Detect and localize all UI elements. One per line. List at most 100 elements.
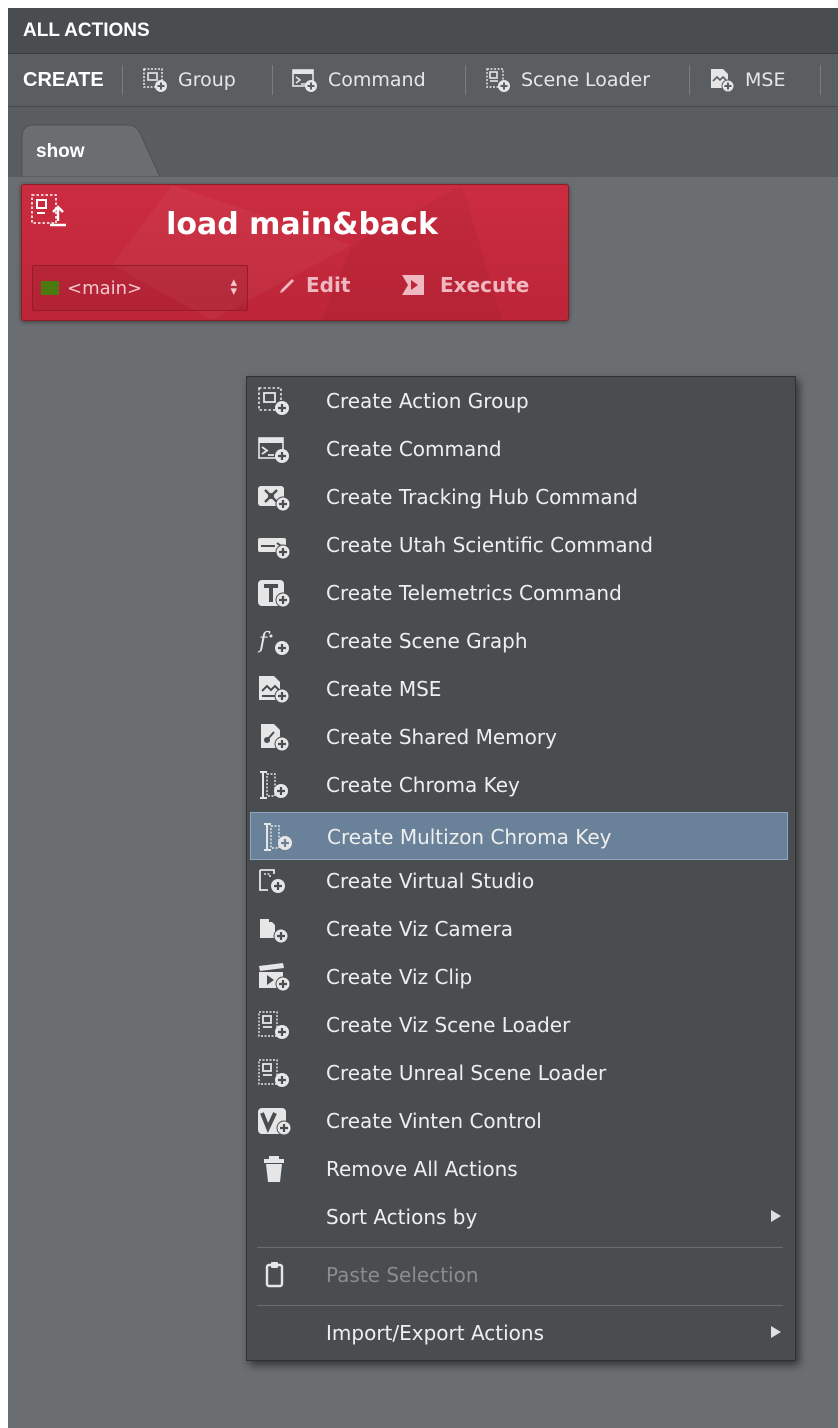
mse-add-icon: [259, 676, 290, 704]
menu-item-import-export-actions[interactable]: Import/Export Actions: [247, 1309, 795, 1357]
menu-item-label: Create Unreal Scene Loader: [326, 1061, 607, 1085]
viz-scene-loader-add-icon: [258, 1011, 289, 1039]
menu-item-label: Create Viz Clip: [326, 965, 473, 989]
create-group-label: Group: [178, 69, 236, 91]
command-add-icon: [258, 437, 289, 463]
clipboard-icon: [265, 1262, 284, 1288]
menu-item-create-chroma-key[interactable]: Create Chroma Key: [247, 761, 795, 809]
menu-item-label: Import/Export Actions: [326, 1321, 544, 1345]
menu-item-label: Sort Actions by: [326, 1205, 478, 1229]
menu-item-create-scene-graph[interactable]: f Create Scene Graph: [247, 617, 795, 665]
menu-item-create-multizon-chroma-key[interactable]: Create Multizon Chroma Key: [250, 812, 788, 860]
menu-item-label: Create Command: [326, 437, 502, 461]
scene-loader-add-icon: [486, 68, 510, 92]
create-label: CREATE: [23, 69, 104, 91]
panel-title: ALL ACTIONS: [23, 20, 150, 41]
menu-item-label: Create Action Group: [326, 389, 529, 413]
group-add-icon: [143, 68, 167, 92]
chroma-key-add-icon: [260, 771, 288, 799]
multizone-chroma-key-add-icon: [264, 823, 292, 851]
submenu-arrow-icon: [771, 1326, 781, 1338]
mse-add-icon: [711, 69, 735, 93]
group-add-icon: [258, 387, 289, 415]
scene-graph-add-icon: f: [257, 629, 289, 655]
menu-item-label: Create MSE: [326, 677, 442, 701]
create-toolbar: CREATE Group Command Scene Loader MSE: [8, 54, 838, 107]
actions-panel: ALL ACTIONS CREATE Group Command Scene L…: [8, 8, 838, 1428]
monitor-icon: [41, 281, 59, 295]
menu-item-label: Create Chroma Key: [326, 773, 520, 797]
menu-item-label: Create Scene Graph: [326, 629, 528, 653]
toolbar-divider: [122, 65, 123, 95]
virtual-studio-add-icon: [259, 869, 285, 893]
tab-show-label: show: [36, 141, 85, 162]
create-mse-label: MSE: [745, 69, 786, 91]
tracking-hub-add-icon: [258, 486, 291, 512]
menu-item-paste-selection[interactable]: Paste Selection: [247, 1251, 795, 1299]
create-scene-loader-button[interactable]: Scene Loader: [485, 64, 650, 96]
pencil-icon: [280, 279, 294, 293]
menu-item-create-unreal-scene-loader[interactable]: Create Unreal Scene Loader: [247, 1049, 795, 1097]
execute-button[interactable]: Execute: [400, 273, 529, 297]
target-select[interactable]: <main> ▴ ▾: [32, 265, 248, 311]
panel-title-bar: ALL ACTIONS: [8, 8, 838, 54]
menu-item-label: Create Viz Scene Loader: [326, 1013, 571, 1037]
toolbar-divider: [689, 65, 690, 95]
menu-item-label: Create Multizon Chroma Key: [327, 825, 612, 849]
menu-item-create-vinten-control[interactable]: Create Vinten Control: [247, 1097, 795, 1145]
menu-item-create-virtual-studio[interactable]: Create Virtual Studio: [247, 857, 795, 905]
menu-item-create-action-group[interactable]: Create Action Group: [247, 377, 795, 425]
trash-icon: [264, 1156, 284, 1182]
menu-item-remove-all-actions[interactable]: Remove All Actions: [247, 1145, 795, 1193]
menu-item-create-tracking-hub-command[interactable]: Create Tracking Hub Command: [247, 473, 795, 521]
toolbar-divider: [465, 65, 466, 95]
create-mse-button[interactable]: MSE: [709, 64, 785, 96]
tab-strip: show: [8, 107, 838, 177]
menu-item-label: Create Viz Camera: [326, 917, 513, 941]
menu-item-label: Create Telemetrics Command: [326, 581, 622, 605]
create-group-button[interactable]: Group: [142, 64, 236, 96]
menu-separator: [257, 1247, 783, 1248]
menu-item-label: Create Tracking Hub Command: [326, 485, 638, 509]
menu-item-label: Create Virtual Studio: [326, 869, 535, 893]
create-command-label: Command: [328, 69, 426, 91]
menu-item-label: Paste Selection: [326, 1263, 479, 1287]
menu-item-create-mse[interactable]: Create MSE: [247, 665, 795, 713]
menu-item-sort-actions-by[interactable]: Sort Actions by: [247, 1193, 795, 1241]
viz-clip-add-icon: [259, 963, 291, 992]
menu-separator: [257, 1305, 783, 1306]
toolbar-divider: [820, 65, 821, 95]
execute-label: Execute: [440, 273, 530, 297]
action-card-title: load main&back: [166, 207, 438, 242]
select-arrows-icon: ▴ ▾: [230, 275, 237, 299]
menu-item-label: Create Utah Scientific Command: [326, 533, 653, 557]
target-select-value: <main>: [67, 277, 143, 299]
menu-item-create-command[interactable]: Create Command: [247, 425, 795, 473]
menu-item-label: Create Shared Memory: [326, 725, 557, 749]
menu-item-create-telemetrics-command[interactable]: Create Telemetrics Command: [247, 569, 795, 617]
menu-item-create-viz-scene-loader[interactable]: Create Viz Scene Loader: [247, 1001, 795, 1049]
vinten-control-add-icon: [258, 1108, 291, 1136]
menu-item-label: Remove All Actions: [326, 1157, 518, 1181]
action-card[interactable]: load main&back <main> ▴ ▾ Edit Execute: [21, 184, 569, 321]
viz-camera-add-icon: [260, 919, 289, 944]
menu-item-label: Create Vinten Control: [326, 1109, 542, 1133]
menu-item-create-shared-memory[interactable]: Create Shared Memory: [247, 713, 795, 761]
toolbar-divider: [272, 65, 273, 95]
menu-item-create-utah-scientific-command[interactable]: Create Utah Scientific Command: [247, 521, 795, 569]
menu-item-create-viz-clip[interactable]: Create Viz Clip: [247, 953, 795, 1001]
context-menu: Create Action Group Create Command Creat…: [246, 376, 796, 1361]
execute-icon: [402, 275, 424, 295]
menu-item-create-viz-camera[interactable]: Create Viz Camera: [247, 905, 795, 953]
utah-scientific-add-icon: [258, 538, 291, 560]
telemetrics-add-icon: [258, 580, 291, 608]
create-command-button[interactable]: Command: [292, 64, 426, 96]
command-add-icon: [292, 69, 317, 92]
create-scene-loader-label: Scene Loader: [521, 69, 651, 91]
submenu-arrow-icon: [771, 1210, 781, 1222]
edit-button[interactable]: Edit: [278, 273, 350, 297]
svg-text:f: f: [257, 629, 271, 654]
unreal-scene-loader-add-icon: [258, 1059, 289, 1087]
edit-label: Edit: [306, 273, 351, 297]
shared-memory-add-icon: [261, 724, 290, 752]
